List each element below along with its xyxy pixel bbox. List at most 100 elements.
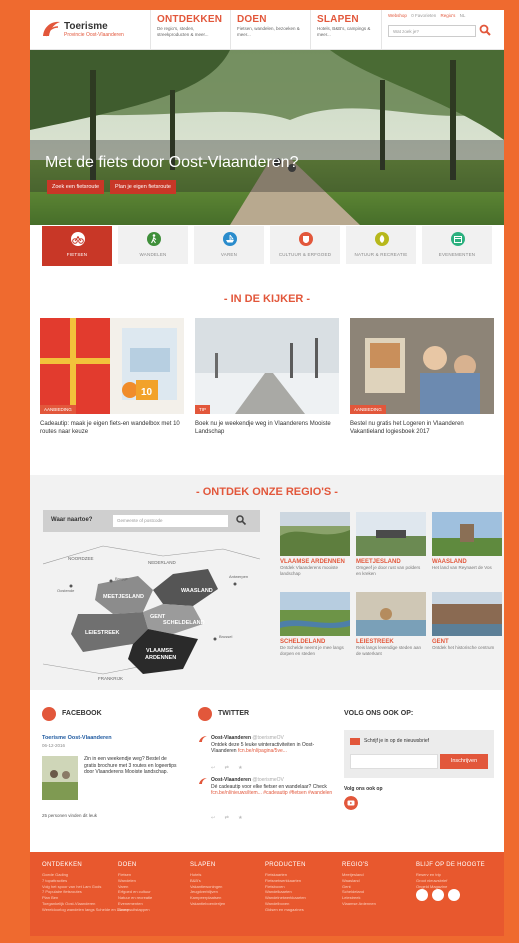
region-desc: Ontdek het historische centrum [432, 645, 495, 650]
tab-evenementen[interactable]: EVENEMENTEN [422, 226, 492, 264]
footer-col-title: PRODUCTEN [265, 862, 306, 868]
favorites-link[interactable]: 0 Favorieten [411, 13, 436, 18]
footer-col-title: SLAPEN [190, 862, 216, 868]
region-leiestreek[interactable]: LEIESTREEK Reis langs levendige steden a… [356, 592, 426, 656]
webshop-link[interactable]: Webshop [388, 13, 407, 18]
footer-link[interactable]: Gidsen en magazines [265, 907, 306, 913]
map-label-brugge: Brugge [115, 576, 129, 581]
footer-col-doen: DOEN Fietsen Wandelen Varen Erfgoed en c… [118, 862, 152, 913]
map-label-vlaamse-ardennen[interactable]: VLAAMSE [146, 648, 173, 654]
footer-link[interactable]: Vlaamse Ardennen [342, 901, 376, 907]
card-badge-number: 10 [141, 387, 153, 398]
footer-youtube-icon[interactable] [448, 889, 460, 901]
tweet-author-name: Oost-Vlaanderen [211, 735, 252, 741]
leaf-icon [375, 232, 389, 246]
facebook-header: FACEBOOK [42, 707, 182, 721]
tweet[interactable]: Oost-Vlaanderen @toerismeOV Ontdek deze … [198, 735, 344, 775]
footer-link[interactable]: Groepsuitstappen [118, 907, 152, 913]
region-scheldeland[interactable]: SCHELDELAND De Schelde neemt je mee lang… [280, 592, 350, 656]
twitter-header: TWITTER [198, 707, 338, 721]
card-image: TIP [195, 318, 339, 414]
nav-title: DOEN [237, 14, 267, 25]
footer-col-title: REGIO'S [342, 862, 369, 868]
map-label-leiestreek[interactable]: LEIESTREEK [85, 630, 120, 636]
card-weekendje-weg[interactable]: TIP Boek nu je weekendje weg in Vlaander… [195, 318, 339, 436]
search-input[interactable]: Wat zoek je? [388, 25, 476, 37]
search-icon[interactable] [478, 23, 492, 37]
search-icon[interactable] [235, 514, 247, 526]
site-header: Toerisme Provincie Oost-Vlaanderen ONTDE… [30, 10, 504, 50]
footer-col-regios: REGIO'S Meetjesland Waasland Gent Scheld… [342, 862, 376, 907]
region-vlaamse-ardennen[interactable]: VLAAMSE ARDENNEN Ontdek Vlaanderens mooi… [280, 512, 350, 576]
region-image [280, 592, 350, 636]
nav-doen[interactable]: DOEN Fietsen, wandelen, bezoeken & meer.… [230, 10, 310, 50]
region-waasland[interactable]: WAASLAND Het land van Reynaert de Vos [432, 512, 502, 571]
tweet-author-name: Oost-Vlaanderen [211, 777, 252, 783]
region-search-input[interactable]: Gemeente of postcode [113, 515, 228, 527]
tab-label: WANDELEN [139, 252, 167, 257]
tab-label: CULTUUR & ERFGOED [278, 252, 332, 257]
tweet-actions[interactable]: ↩ ⇄ ★ [211, 765, 247, 771]
map-label-meetjesland[interactable]: MEETJESLAND [103, 594, 144, 600]
hero-title: Met de fiets door Oost-Vlaanderen? [45, 154, 299, 171]
card-logiesboek[interactable]: AANBIEDING Bestel nu gratis het Logeren … [350, 318, 494, 436]
card-cadeautip[interactable]: 10 AANBIEDING Cadeautip: maak je eigen f… [40, 318, 184, 436]
footer-link[interactable]: Vakantieboerderijen [190, 901, 225, 907]
region-meetjesland[interactable]: MEETJESLAND Omgeef je door rust van pold… [356, 512, 426, 576]
map-label-oostende: Oostende [57, 588, 75, 593]
footer-facebook-icon[interactable] [416, 889, 428, 901]
tab-label: FIETSEN [66, 252, 88, 257]
youtube-icon[interactable] [344, 796, 358, 810]
footer-col-ontdekken: ONTDEKKEN Goede Gading 7 topattracties V… [42, 862, 129, 913]
regios-link[interactable]: Regio's [440, 13, 455, 18]
footer-link[interactable]: Wereldoorlog wandelen langs Schelde en D… [42, 907, 129, 913]
plan-route-button[interactable]: Plan je eigen fietsroute [110, 180, 176, 194]
card-text: Bestel nu gratis het Logeren in Vlaander… [350, 421, 464, 435]
map-label-scheldeland[interactable]: SCHELDELAND [163, 620, 205, 626]
card-tag: TIP [195, 405, 211, 414]
twitter-icon[interactable] [198, 707, 212, 721]
section-title-in-de-kijker: - IN DE KIJKER - [223, 293, 311, 305]
utility-links: Webshop 0 Favorieten Regio's NL [388, 13, 468, 18]
find-route-button[interactable]: Zoek een fietsroute [47, 180, 105, 194]
tab-varen[interactable]: VAREN [194, 226, 264, 264]
tweet-link[interactable]: fcn.be/nl/pagina/5ve... [238, 748, 287, 754]
nav-ontdekken[interactable]: ONTDEKKEN De regio's, steden, streekprod… [150, 10, 230, 50]
tab-wandelen[interactable]: WANDELEN [118, 226, 188, 264]
region-gent[interactable]: GENT Ontdek het historische centrum [432, 592, 502, 651]
tab-natuur-recreatie[interactable]: NATUUR & RECREATIE [346, 226, 416, 264]
tab-cultuur-erfgoed[interactable]: CULTUUR & ERFGOED [270, 226, 340, 264]
tab-label: NATUUR & RECREATIE [354, 252, 408, 257]
facebook-page-name[interactable]: Toerisme Oost-Vlaanderen [42, 735, 112, 741]
footer-twitter-icon[interactable] [432, 889, 444, 901]
logo[interactable]: Toerisme Provincie Oost-Vlaanderen [40, 18, 150, 42]
language-select[interactable]: NL [460, 13, 466, 18]
subscribe-button[interactable]: Inschrijven [440, 754, 488, 769]
follow-subtitle: Volg ons ook op [344, 786, 383, 792]
facebook-post-image[interactable] [42, 756, 78, 800]
logo-swirl-icon [199, 778, 207, 784]
facebook-title: FACEBOOK [62, 710, 102, 717]
tweet-link[interactable]: fcn.be/nl/nieuws/item... #cadeautip #fie… [211, 790, 332, 796]
map-label-noordzee: NOORDZEE [68, 556, 94, 561]
map-label-waasland[interactable]: WAASLAND [181, 588, 213, 594]
hero-photo [30, 50, 504, 225]
tweet[interactable]: Oost-Vlaanderen @toerismeOV Dé cadeautip… [198, 777, 344, 827]
page: Toerisme Provincie Oost-Vlaanderen ONTDE… [30, 10, 504, 936]
nav-slapen[interactable]: SLAPEN Hotels, B&B's, campings & meer... [310, 10, 382, 50]
follow-title: VOLG ONS OOK OP: [344, 710, 414, 717]
logo-swirl-icon [199, 736, 207, 742]
newsletter-email-input[interactable] [350, 754, 438, 769]
facebook-icon[interactable] [42, 707, 56, 721]
tab-label: EVENEMENTEN [438, 252, 476, 257]
footer-link[interactable]: Ongeld Magazine [416, 884, 485, 890]
tab-fietsen[interactable]: FIETSEN [42, 226, 112, 266]
tweet-actions[interactable]: ↩ ⇄ ★ [211, 815, 247, 821]
footer-link[interactable]: Fietsnetwerkkaarten [265, 878, 306, 884]
region-desc: Omgeef je door rust van polders en kreke… [356, 565, 421, 576]
map-label-vlaamse-ardennen-2[interactable]: ARDENNEN [145, 655, 176, 661]
footer-col-title: DOEN [118, 862, 137, 868]
tweet-text: Dé cadeautip voor elke fietser en wandel… [211, 784, 337, 796]
region-map[interactable]: NOORDZEE NEDERLAND FRANKRIJK Brugge Oost… [43, 534, 260, 684]
envelope-icon [350, 738, 360, 745]
